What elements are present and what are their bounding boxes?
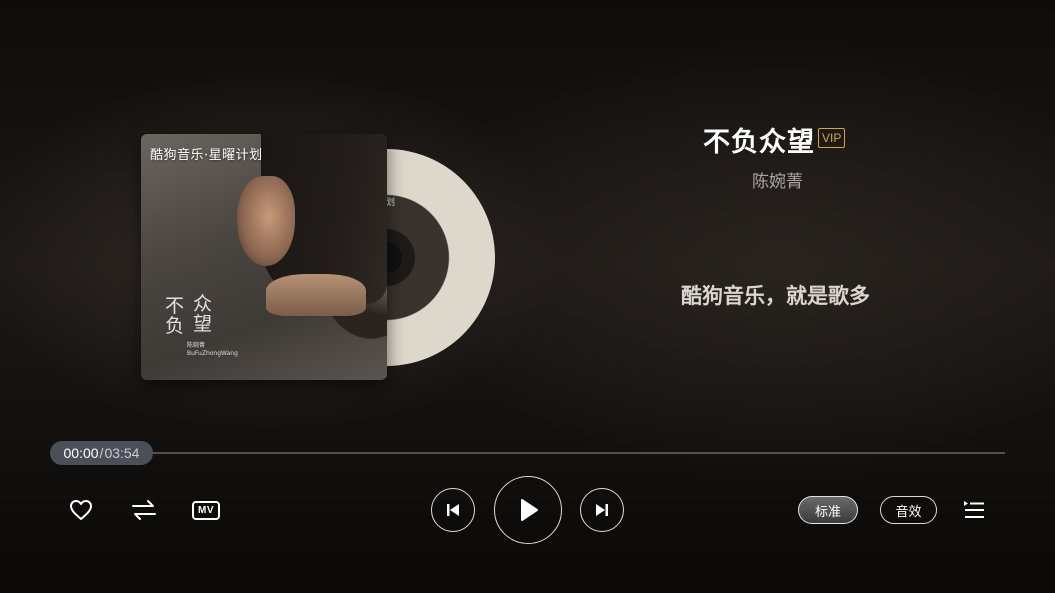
cover-artist-line1: 陈婉菁 [187, 342, 206, 349]
skip-next-icon [596, 504, 608, 516]
skip-previous-icon [447, 504, 459, 516]
next-button[interactable] [580, 488, 624, 532]
playlist-button[interactable] [960, 497, 988, 523]
play-button[interactable] [494, 476, 562, 544]
play-mode-button[interactable] [129, 496, 159, 524]
cover-artist-line2: BuFuZhongWang [187, 350, 238, 357]
mv-label: MV [198, 504, 214, 516]
song-title: 不负众望 [703, 127, 815, 158]
artist-name[interactable]: 陈婉菁 [752, 167, 803, 192]
disc-label-text: 划 [386, 198, 396, 208]
repeat-list-icon [132, 500, 156, 520]
mv-icon: MV [192, 500, 220, 520]
vip-badge[interactable]: VIP [818, 128, 846, 148]
album-cover[interactable]: 酷狗音乐·星曜计划 不负 众望 陈婉菁 BuFuZhongWang [141, 134, 387, 380]
cover-title-b: 众望 [193, 293, 213, 335]
cover-artist-text: 陈婉菁 BuFuZhongWang [187, 342, 238, 358]
cover-title-a: 不负 [165, 295, 185, 337]
previous-button[interactable] [431, 488, 475, 532]
time-display[interactable]: 00:00 / 03:54 [50, 441, 153, 465]
cover-brand-text: 酷狗音乐·星曜计划 [150, 148, 263, 163]
current-time: 00:00 [63, 445, 99, 461]
mv-button[interactable]: MV [189, 497, 223, 523]
time-separator: / [99, 445, 104, 461]
playlist-icon [964, 501, 984, 518]
total-time: 03:54 [104, 445, 140, 461]
lyric-line: 酷狗音乐，就是歌多 [681, 284, 870, 308]
favorite-button[interactable] [66, 496, 96, 524]
cover-photo-face [237, 176, 295, 266]
play-icon [521, 499, 538, 521]
progress-bar[interactable] [150, 452, 1005, 454]
cover-photo-hand [266, 274, 366, 316]
quality-button[interactable]: 标准 [798, 496, 858, 524]
heart-icon [70, 500, 92, 520]
sound-effect-button[interactable]: 音效 [880, 496, 937, 524]
